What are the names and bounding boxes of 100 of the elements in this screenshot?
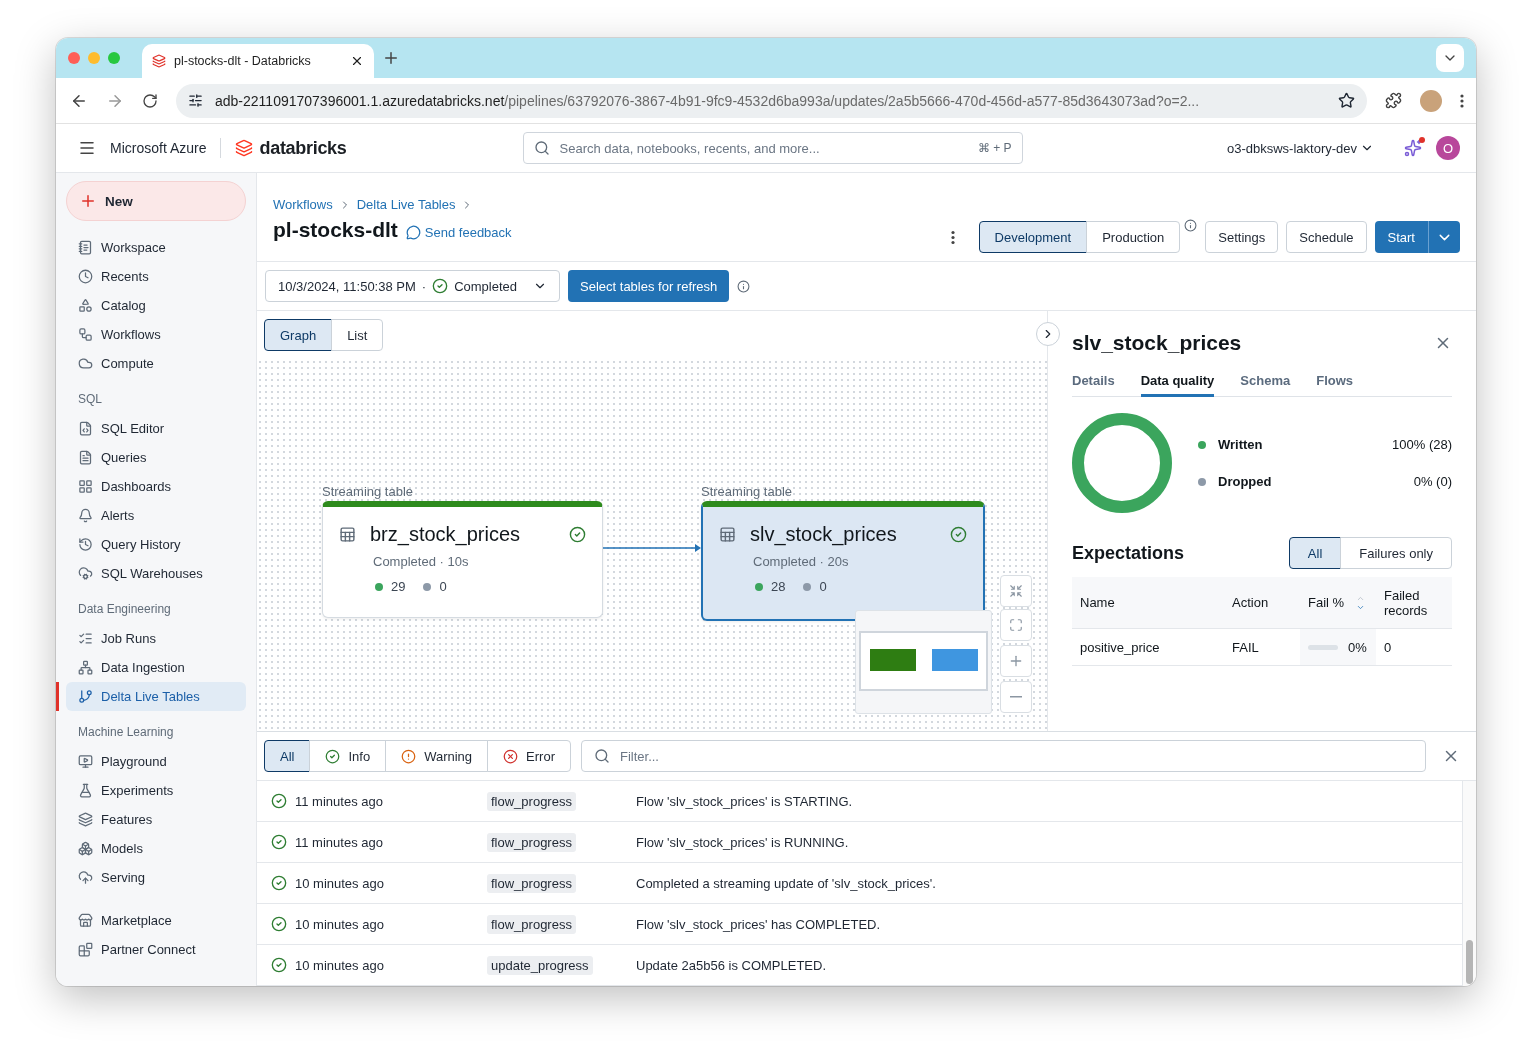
sidebar-item[interactable]: SQL Editor (66, 414, 246, 443)
sidebar-item[interactable]: Workspace (66, 233, 246, 262)
search-field[interactable]: Search data, notebooks, recents, and more... (557, 139, 970, 157)
close-icon[interactable] (350, 54, 364, 68)
sidebar-item[interactable]: Marketplace (66, 906, 246, 935)
assistant-icon[interactable] (1404, 139, 1422, 157)
sidebar-item[interactable]: Playground (66, 747, 246, 776)
layers-icon (152, 54, 166, 68)
flask-icon (78, 783, 93, 798)
panel-tab[interactable]: Details (1072, 373, 1115, 397)
reload-button[interactable] (142, 92, 158, 109)
update-selector[interactable]: 10/3/2024, 11:50:38 PM · Completed (265, 270, 561, 302)
user-avatar[interactable]: O (1436, 136, 1460, 160)
new-tab-button[interactable] (382, 49, 400, 67)
sidebar-item[interactable]: Job Runs (66, 624, 246, 653)
sidebar-item[interactable]: Queries (66, 443, 246, 472)
breadcrumb-link[interactable]: Delta Live Tables (356, 197, 456, 212)
address-bar[interactable]: adb-2211091707396001.1.azuredatabricks.net/pipelines/63792076-3867-4b91-9fc9-4532d6ba993a/updates/2a5b5666-470d-456d-a577-85d3643073ad?o=2... (176, 83, 1367, 118)
event-type: flow_progress (487, 914, 576, 934)
logo-icon (235, 139, 254, 157)
sidebar-item[interactable]: Data Ingestion (66, 653, 246, 682)
column-header: Action (1232, 595, 1269, 610)
more-button[interactable] (1460, 93, 1464, 108)
event-time: 10 minutes ago (295, 916, 384, 932)
sidebar-item[interactable]: Recents (66, 262, 246, 291)
sidebar-item[interactable]: Serving (66, 863, 246, 892)
table-node[interactable]: brz_stock_prices Completed · 10s 29 0 (322, 501, 603, 618)
plus-icon (1008, 653, 1024, 669)
menu-button[interactable] (78, 139, 96, 157)
table-icon (719, 526, 736, 543)
event-time: 11 minutes ago (295, 834, 383, 850)
site-settings-icon[interactable] (188, 93, 203, 108)
mode-toggle[interactable]: Development (978, 221, 1088, 253)
toolbar-button[interactable]: Schedule (1286, 221, 1367, 253)
clock-icon (78, 269, 93, 284)
collapse-button[interactable] (1036, 322, 1060, 346)
level-filter[interactable]: Info (309, 740, 387, 772)
minimap[interactable] (855, 610, 992, 714)
view-toggle[interactable]: List (331, 319, 384, 351)
selection-marker (56, 682, 59, 711)
scrollbar[interactable] (1462, 781, 1476, 986)
filter-field[interactable]: Filter... (617, 747, 1413, 765)
cloud-upload-icon (78, 870, 93, 885)
sidebar-item[interactable]: Compute (66, 349, 246, 378)
sidebar-item[interactable]: Dashboards (66, 472, 246, 501)
panel-tab[interactable]: Flows (1316, 373, 1354, 397)
breadcrumb-link[interactable]: Workflows (273, 197, 333, 212)
section-title: Expectations (1072, 542, 1186, 564)
level-filter[interactable]: Error (487, 740, 571, 772)
info-icon[interactable] (1184, 219, 1198, 232)
sidebar-item[interactable]: Models (66, 834, 246, 863)
extensions-button[interactable] (1385, 92, 1402, 109)
panel-tab[interactable]: Schema (1240, 373, 1291, 397)
check-circle-icon (271, 793, 287, 809)
legend-label: Written (1218, 437, 1264, 452)
sidebar-item[interactable]: Alerts (66, 501, 246, 530)
event-message: Flow 'slv_stock_prices' is RUNNING. (636, 834, 850, 850)
filter-toggle[interactable]: All (1288, 537, 1342, 569)
sidebar-item[interactable]: Workflows (66, 320, 246, 349)
pipeline-title: pl-stocks-dlt (273, 218, 398, 242)
sidebar-item[interactable]: Query History (66, 530, 246, 559)
filter-box[interactable]: Filter... (580, 740, 1426, 772)
sidebar-item[interactable]: Catalog (66, 291, 246, 320)
toolbar-button[interactable]: Settings (1205, 221, 1279, 253)
alert-icon (401, 748, 417, 764)
table-icon (339, 526, 356, 543)
sidebar-item[interactable]: Experiments (66, 776, 246, 805)
view-toggle[interactable]: Graph (264, 319, 333, 351)
table-node[interactable]: slv_stock_prices Completed · 20s 28 0 (701, 501, 985, 621)
column-header: Fail % (1308, 595, 1345, 610)
more-icon (1460, 93, 1464, 108)
level-filter[interactable]: Warning (385, 740, 489, 772)
star-icon[interactable] (1338, 92, 1355, 109)
filter-toggle[interactable]: Failures only (1340, 537, 1452, 569)
browser-tab[interactable]: pl-stocks-dlt - Databricks (142, 44, 374, 78)
legend-value: 100% (28) (1392, 437, 1452, 452)
new-button[interactable]: New (66, 181, 246, 221)
workspace-selector[interactable]: o3-dbksws-laktory-dev (1222, 136, 1378, 160)
check-circle-icon (325, 748, 341, 764)
level-filter[interactable]: All (264, 740, 311, 772)
node-name: slv_stock_prices (750, 523, 898, 546)
sidebar-item[interactable]: Features (66, 805, 246, 834)
panel-tab[interactable]: Data quality (1140, 373, 1215, 397)
sidebar-item[interactable]: Partner Connect (66, 935, 246, 964)
menu-icon (78, 139, 96, 157)
node-status: Completed · 20s (753, 554, 850, 569)
start-button[interactable]: Start (1374, 221, 1428, 253)
sidebar-item[interactable]: Delta Live Tables (66, 682, 246, 711)
node-status: Completed · 10s (373, 554, 470, 569)
shapes-icon (78, 298, 93, 313)
search-box[interactable]: Search data, notebooks, recents, and more... ⌘ + P (522, 132, 1023, 164)
refresh-selection-button[interactable]: Select tables for refresh (568, 270, 730, 302)
more-icon (950, 229, 955, 245)
mode-toggle[interactable]: Production (1086, 221, 1181, 253)
more-button[interactable] (950, 229, 955, 245)
info-icon[interactable] (737, 279, 751, 293)
feedback-link[interactable]: Send feedback (405, 224, 512, 240)
sidebar-item[interactable]: SQL Warehouses (66, 559, 246, 588)
node-name: brz_stock_prices (370, 523, 522, 546)
start-menu-button[interactable] (1428, 221, 1460, 253)
